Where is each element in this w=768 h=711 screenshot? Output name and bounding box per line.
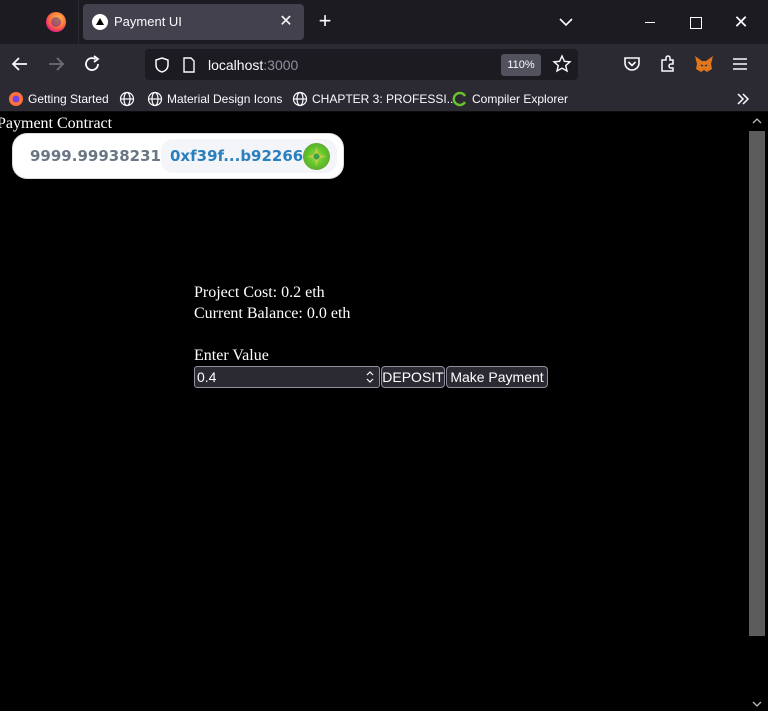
close-tab-icon[interactable]: ✕ (276, 12, 296, 32)
number-spinner-icon[interactable] (365, 370, 375, 384)
url-port: :3000 (263, 57, 299, 73)
bookmark-label: Compiler Explorer (472, 92, 569, 106)
bookmark-globe[interactable] (119, 90, 135, 108)
bookmark-material-design-icons[interactable]: Material Design Icons (147, 90, 287, 108)
minimize-window-button[interactable] (640, 12, 660, 32)
firefox-logo-icon (9, 92, 23, 106)
wallet-connect-button[interactable]: 9999.99938231 0xf39f...b92266 (13, 134, 343, 178)
hamburger-menu-icon (733, 58, 747, 70)
wallet-balance: 9999.99938231 (30, 147, 161, 165)
account-chip[interactable]: 0xf39f...b92266 (161, 139, 337, 173)
back-arrow-icon (11, 57, 27, 71)
page-icon (183, 57, 195, 73)
bookmark-chapter-3[interactable]: CHAPTER 3: PROFESSI... (292, 90, 457, 108)
project-cost: Project Cost: 0.2 eth (194, 284, 325, 301)
globe-icon (119, 91, 135, 107)
maximize-window-button[interactable] (685, 12, 705, 32)
forward-arrow-icon (49, 57, 65, 71)
site-info-shield-icon[interactable] (153, 56, 171, 74)
globe-icon (147, 91, 163, 107)
enter-value-label: Enter Value (194, 347, 269, 364)
nextjs-favicon-icon (92, 14, 108, 30)
account-avatar (303, 143, 330, 170)
pocket-button[interactable] (621, 53, 643, 75)
bookmark-compiler-explorer[interactable]: Compiler Explorer (452, 90, 572, 108)
bookmarks-toolbar: Getting Started Material Design Icons CH… (0, 85, 768, 112)
url-bar[interactable]: localhost:3000 110% (145, 49, 578, 80)
bookmark-star-icon[interactable] (552, 54, 572, 74)
forward-button[interactable] (45, 53, 67, 75)
bookmark-label: Material Design Icons (167, 92, 283, 106)
zoom-level-button[interactable]: 110% (501, 54, 541, 76)
bookmarks-overflow-button[interactable] (735, 90, 751, 108)
pocket-icon (624, 57, 640, 71)
url-host: localhost (208, 57, 264, 73)
app-menu-button[interactable] (729, 53, 751, 75)
reload-button[interactable] (81, 53, 103, 75)
scrollbar-thumb[interactable] (749, 131, 765, 636)
tab-title: Payment UI (114, 14, 182, 29)
url-text[interactable]: localhost:3000 (208, 57, 298, 73)
wallet-address: 0xf39f...b92266 (170, 147, 304, 165)
scroll-up-arrow-icon[interactable] (751, 116, 763, 126)
firefox-logo-icon[interactable] (46, 12, 66, 32)
back-button[interactable] (9, 53, 31, 75)
tab-payment-ui[interactable]: Payment UI ✕ (83, 4, 304, 40)
tab-list-chevron-icon[interactable] (556, 12, 576, 32)
close-window-button[interactable]: ✕ (731, 12, 751, 32)
vertical-scrollbar[interactable] (746, 113, 768, 711)
page-content: Payment Contract 9999.99938231 0xf39f...… (0, 113, 746, 711)
scroll-down-arrow-icon[interactable] (751, 699, 763, 709)
value-input[interactable]: 0.4 (194, 366, 380, 388)
double-chevron-right-icon (737, 93, 750, 105)
bookmark-label: CHAPTER 3: PROFESSI... (312, 92, 457, 106)
metamask-extension-button[interactable] (693, 53, 715, 75)
metamask-fox-icon (695, 56, 713, 72)
puzzle-icon (661, 55, 674, 72)
reload-icon (85, 55, 100, 71)
globe-icon (292, 91, 308, 107)
bookmark-label: Getting Started (28, 92, 109, 106)
current-balance: Current Balance: 0.0 eth (194, 305, 351, 322)
tab-separator (78, 0, 79, 44)
compiler-explorer-icon (452, 91, 467, 107)
make-payment-button[interactable]: Make Payment (446, 366, 548, 388)
bookmark-getting-started[interactable]: Getting Started (8, 90, 110, 108)
extensions-button[interactable] (657, 53, 679, 75)
navigation-toolbar: localhost:3000 110% (0, 44, 768, 85)
page-title: Payment Contract (0, 115, 113, 132)
deposit-button[interactable]: DEPOSIT (381, 366, 445, 388)
tab-strip: Payment UI ✕ + ✕ (0, 0, 768, 44)
value-input-text: 0.4 (197, 369, 217, 385)
new-tab-button[interactable]: + (314, 10, 336, 33)
